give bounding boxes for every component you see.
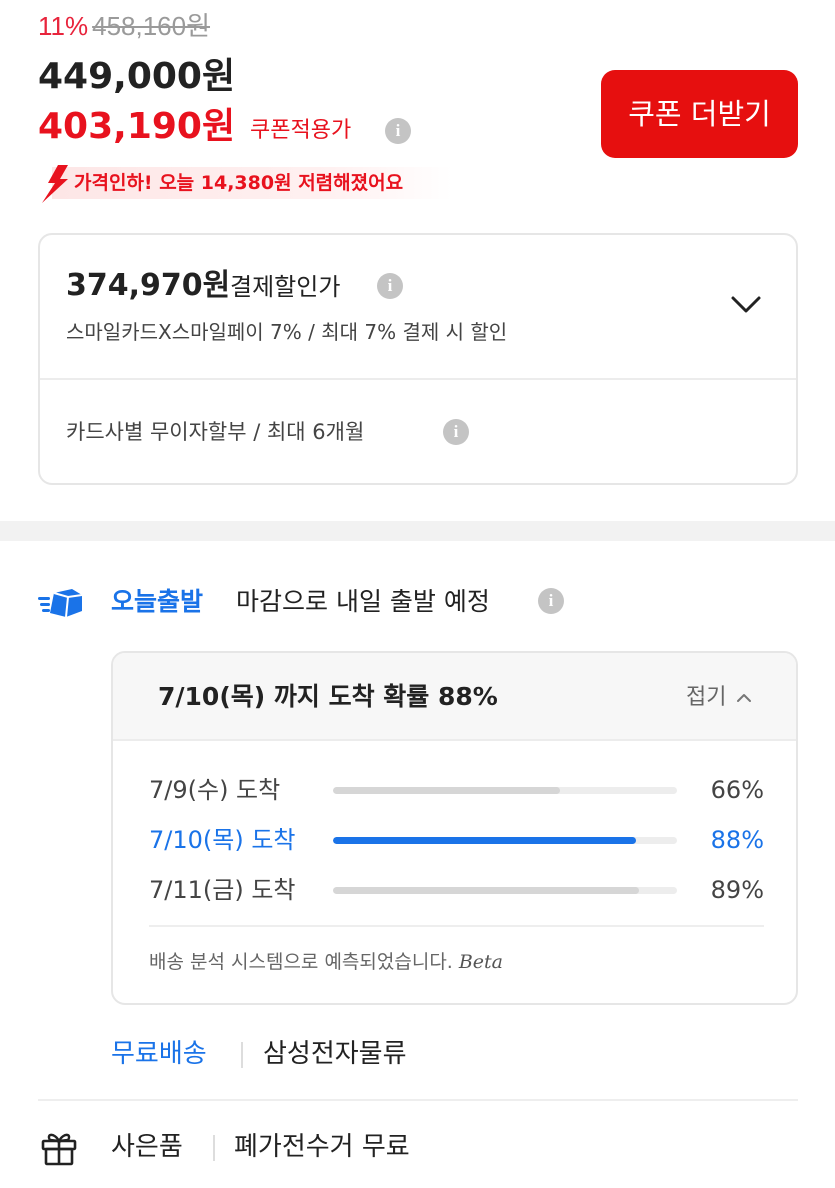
section-separator (0, 521, 835, 541)
arrival-probability-bar (333, 887, 677, 894)
arrival-percent: 88% (710, 826, 764, 854)
arrival-probability-card: 7/10(목) 까지 도착 확률 88% 접기 7/9(수) 도착 66% 7/… (111, 651, 798, 1005)
arrival-probability-fill (333, 787, 561, 794)
arrival-date-label: 7/10(목) 도착 (149, 826, 296, 854)
payment-price-label: 결제할인가 (230, 273, 341, 301)
payment-discount-card[interactable]: 374,970원 결제할인가 i 스마일카드X스마일페이 7% / 최대 7% … (38, 233, 798, 485)
sale-price: 449,000원 (38, 56, 236, 97)
payment-discount-detail: 스마일카드X스마일페이 7% / 최대 7% 결제 시 할인 (66, 320, 508, 344)
gift-label: 사은품 (111, 1132, 183, 1162)
original-price: 458,160원 (92, 11, 211, 41)
payment-price: 374,970원 (66, 268, 231, 303)
fold-button[interactable]: 접기 (686, 683, 753, 713)
price-drop-text: 가격인하! 오늘 14,380원 저렴해졌어요 (74, 172, 404, 194)
shipping-carrier: 삼성전자물류 (263, 1039, 407, 1069)
arrival-title: 7/10(목) 까지 도착 확률 88% (158, 682, 498, 711)
price-section: 11% 458,160원 449,000원 403,190원 쿠폰적용가 i 쿠폰… (38, 0, 798, 215)
arrival-date-label: 7/11(금) 도착 (149, 876, 296, 904)
arrival-prediction-note: 배송 분석 시스템으로 예측되었습니다. Beta (149, 949, 503, 975)
divider (213, 1135, 215, 1161)
today-departure-text: 마감으로 내일 출발 예정 (236, 587, 490, 616)
divider (40, 378, 796, 380)
arrival-probability-fill (333, 837, 636, 844)
arrival-probability-bar (333, 787, 677, 794)
info-icon[interactable]: i (385, 118, 411, 144)
installment-text: 카드사별 무이자할부 / 최대 6개월 (66, 420, 365, 444)
divider (38, 1099, 798, 1101)
shipping-row: 무료배송 삼성전자물류 (111, 1035, 798, 1073)
arrival-header[interactable]: 7/10(목) 까지 도착 확률 88% 접기 (113, 653, 796, 741)
arrival-row-selected: 7/10(목) 도착 88% (149, 823, 764, 857)
arrival-percent: 89% (710, 876, 764, 904)
truck-icon (38, 589, 83, 618)
chevron-down-icon[interactable] (728, 289, 764, 319)
gift-row: 사은품 폐가전수거 무료 (38, 1128, 798, 1168)
divider (241, 1042, 243, 1068)
gift-icon (41, 1133, 77, 1166)
free-shipping-label: 무료배송 (111, 1039, 207, 1069)
divider (149, 925, 764, 927)
arrival-probability-bar (333, 837, 677, 844)
info-icon[interactable]: i (538, 588, 564, 614)
arrival-date-label: 7/9(수) 도착 (149, 776, 281, 804)
info-icon[interactable]: i (377, 273, 403, 299)
arrival-note-text: 배송 분석 시스템으로 예측되었습니다. (149, 951, 453, 973)
today-departure-row: 오늘출발 마감으로 내일 출발 예정 i (38, 583, 798, 623)
discount-rate: 11% (38, 11, 89, 41)
discount-row: 11% 458,160원 (38, 10, 210, 43)
coupon-price: 403,190원 (38, 106, 236, 147)
info-icon[interactable]: i (443, 419, 469, 445)
price-drop-banner: 가격인하! 오늘 14,380원 저렴해졌어요 (38, 163, 458, 205)
more-coupon-button[interactable]: 쿠폰 더받기 (601, 70, 798, 158)
fold-label: 접기 (686, 685, 727, 710)
arrival-row: 7/9(수) 도착 66% (149, 773, 764, 807)
price-drop-arrow-icon (42, 165, 68, 203)
arrival-row: 7/11(금) 도착 89% (149, 873, 764, 907)
coupon-price-label: 쿠폰적용가 (250, 118, 352, 143)
beta-label: Beta (458, 951, 504, 973)
gift-value: 폐가전수거 무료 (234, 1132, 410, 1162)
today-departure-brand: 오늘출발 (111, 587, 204, 616)
arrival-percent: 66% (710, 776, 764, 804)
chevron-up-icon (737, 694, 752, 702)
arrival-probability-fill (333, 887, 640, 894)
